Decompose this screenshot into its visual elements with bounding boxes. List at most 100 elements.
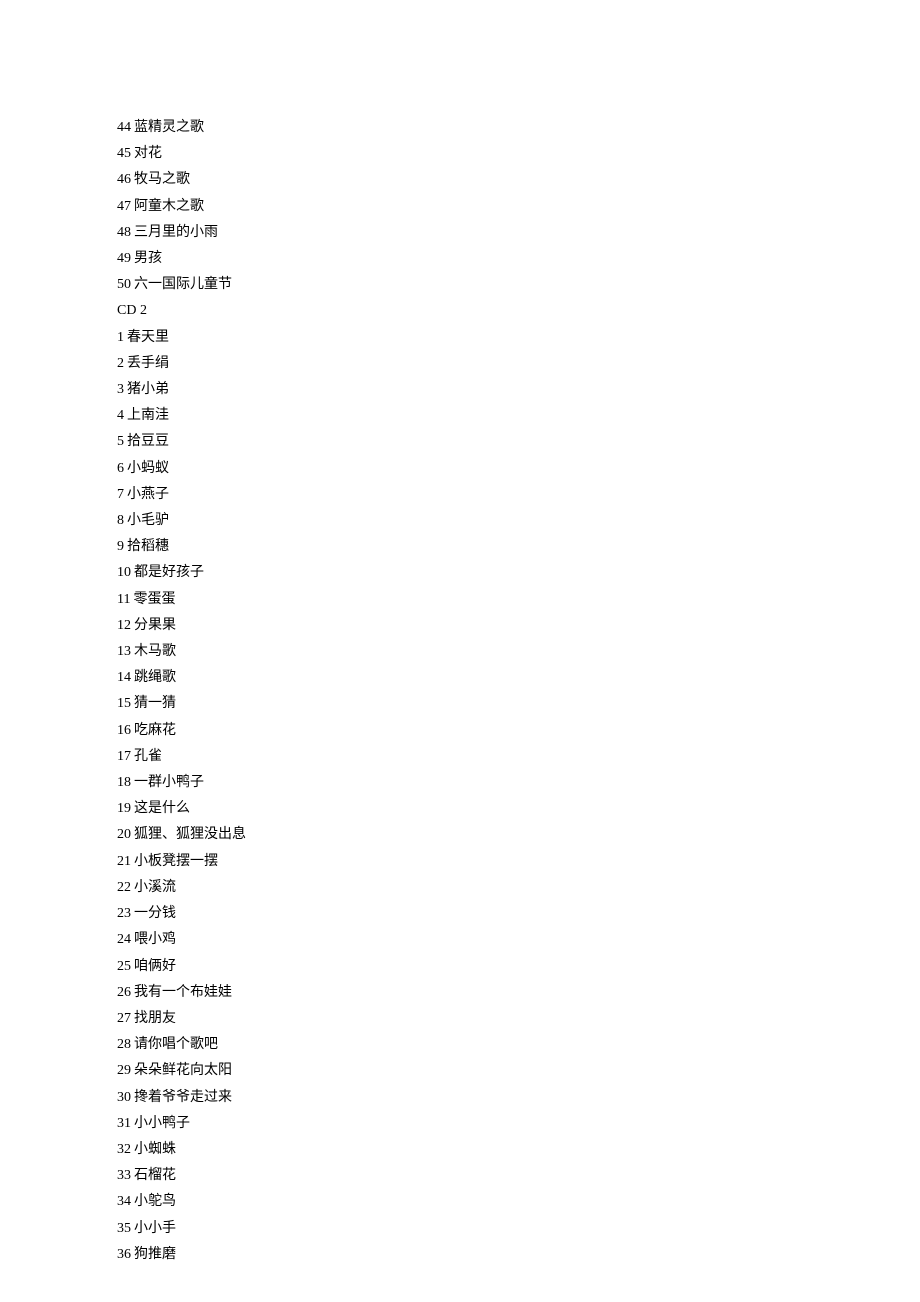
- track-title: 木马歌: [134, 644, 176, 659]
- track-title: 男孩: [134, 251, 162, 266]
- track-line: 46牧马之歌: [117, 167, 920, 193]
- track-title: 小小鸭子: [134, 1116, 190, 1131]
- track-number: 12: [117, 618, 131, 633]
- track-title: 六一国际儿童节: [134, 277, 232, 292]
- track-title: 跳绳歌: [134, 670, 176, 685]
- cd-section-header: CD 2: [117, 303, 147, 318]
- track-line: 33石榴花: [117, 1163, 920, 1189]
- track-title: 丢手绢: [127, 356, 169, 371]
- track-title: 春天里: [127, 330, 169, 345]
- track-line: 48三月里的小雨: [117, 220, 920, 246]
- track-line: 44蓝精灵之歌: [117, 115, 920, 141]
- track-number: 44: [117, 120, 131, 135]
- track-title: 猜一猜: [134, 696, 176, 711]
- track-number: 11: [117, 592, 130, 607]
- track-number: 25: [117, 959, 131, 974]
- track-title: 石榴花: [134, 1168, 176, 1183]
- track-number: 1: [117, 330, 124, 345]
- track-line: 50六一国际儿童节: [117, 272, 920, 298]
- track-line: 30搀着爷爷走过来: [117, 1085, 920, 1111]
- track-line: 16吃麻花: [117, 718, 920, 744]
- track-number: 46: [117, 172, 131, 187]
- track-number: 35: [117, 1221, 131, 1236]
- track-number: 50: [117, 277, 131, 292]
- track-number: 23: [117, 906, 131, 921]
- track-title: 孔雀: [134, 749, 162, 764]
- track-number: 49: [117, 251, 131, 266]
- track-number: 26: [117, 985, 131, 1000]
- track-line: 6小蚂蚁: [117, 456, 920, 482]
- track-number: 20: [117, 827, 131, 842]
- track-number: 2: [117, 356, 124, 371]
- track-number: 29: [117, 1063, 131, 1078]
- track-title: 我有一个布娃娃: [134, 985, 232, 1000]
- track-line: 19这是什么: [117, 796, 920, 822]
- track-line: 26我有一个布娃娃: [117, 980, 920, 1006]
- track-title: 请你唱个歌吧: [134, 1037, 218, 1052]
- track-title: 小蚂蚁: [127, 461, 169, 476]
- track-number: 48: [117, 225, 131, 240]
- track-line: 34小鸵鸟: [117, 1189, 920, 1215]
- track-line: 12分果果: [117, 613, 920, 639]
- track-line: 3猪小弟: [117, 377, 920, 403]
- track-number: 32: [117, 1142, 131, 1157]
- track-title: 喂小鸡: [134, 932, 176, 947]
- track-number: 16: [117, 723, 131, 738]
- track-line: 4上南洼: [117, 403, 920, 429]
- track-line: 14跳绳歌: [117, 665, 920, 691]
- track-line: 20狐狸、狐狸没出息: [117, 822, 920, 848]
- track-line: 45对花: [117, 141, 920, 167]
- track-number: 22: [117, 880, 131, 895]
- track-number: 9: [117, 539, 124, 554]
- track-title: 这是什么: [134, 801, 190, 816]
- track-line: 5拾豆豆: [117, 429, 920, 455]
- track-line: 27找朋友: [117, 1006, 920, 1032]
- track-line: 7小燕子: [117, 482, 920, 508]
- track-line: 28请你唱个歌吧: [117, 1032, 920, 1058]
- track-line: 8小毛驴: [117, 508, 920, 534]
- track-title: 小小手: [134, 1221, 176, 1236]
- track-title: 牧马之歌: [134, 172, 190, 187]
- track-title: 猪小弟: [127, 382, 169, 397]
- track-title: 小鸵鸟: [134, 1194, 176, 1209]
- track-title: 阿童木之歌: [134, 199, 204, 214]
- track-title: 找朋友: [134, 1011, 176, 1026]
- track-line: 24喂小鸡: [117, 927, 920, 953]
- track-line: 32小蜘蛛: [117, 1137, 920, 1163]
- track-line: 21小板凳摆一摆: [117, 849, 920, 875]
- track-title: 蓝精灵之歌: [134, 120, 204, 135]
- track-line: 11零蛋蛋: [117, 587, 920, 613]
- track-line: 36狗推磨: [117, 1242, 920, 1268]
- track-title: 一分钱: [134, 906, 176, 921]
- track-line: 17孔雀: [117, 744, 920, 770]
- track-line: 18一群小鸭子: [117, 770, 920, 796]
- track-number: 5: [117, 434, 124, 449]
- track-line: 31小小鸭子: [117, 1111, 920, 1137]
- track-number: 31: [117, 1116, 131, 1131]
- track-title: 零蛋蛋: [133, 592, 175, 607]
- track-number: 21: [117, 854, 131, 869]
- track-title: 吃麻花: [134, 723, 176, 738]
- track-title: 朵朵鲜花向太阳: [134, 1063, 232, 1078]
- cd-section-line: CD 2: [117, 298, 920, 324]
- track-title: 小毛驴: [127, 513, 169, 528]
- track-number: 47: [117, 199, 131, 214]
- track-line: 49男孩: [117, 246, 920, 272]
- track-line: 22小溪流: [117, 875, 920, 901]
- track-title: 三月里的小雨: [134, 225, 218, 240]
- track-line: 2丢手绢: [117, 351, 920, 377]
- track-title: 一群小鸭子: [134, 775, 204, 790]
- track-number: 3: [117, 382, 124, 397]
- track-line: 10都是好孩子: [117, 560, 920, 586]
- track-line: 35小小手: [117, 1216, 920, 1242]
- track-number: 14: [117, 670, 131, 685]
- track-number: 36: [117, 1247, 131, 1262]
- track-line: 25咱俩好: [117, 954, 920, 980]
- track-title: 拾豆豆: [127, 434, 169, 449]
- track-number: 8: [117, 513, 124, 528]
- track-title: 对花: [134, 146, 162, 161]
- track-number: 18: [117, 775, 131, 790]
- track-number: 10: [117, 565, 131, 580]
- track-title: 狐狸、狐狸没出息: [134, 827, 246, 842]
- track-line: 15猜一猜: [117, 691, 920, 717]
